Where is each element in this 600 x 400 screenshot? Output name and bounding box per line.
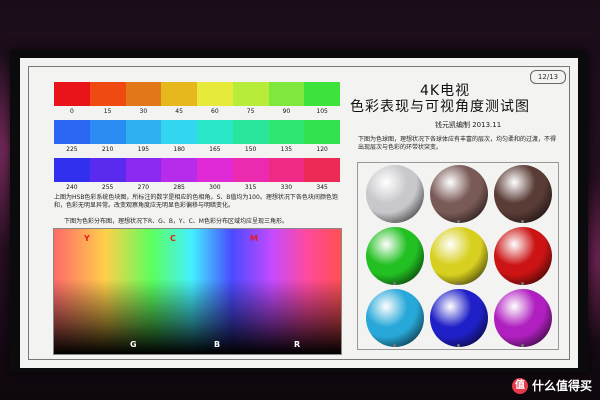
hue-angle-label: 75 xyxy=(246,108,255,115)
hue-labels-3: 240 255 270 285 300 315 330 345 xyxy=(54,184,340,193)
hue-angle-label: 90 xyxy=(282,108,291,115)
spectrum-label-r: R xyxy=(294,340,301,349)
hue-angle-label: 255 xyxy=(101,184,114,191)
hue-angle-label: 315 xyxy=(244,184,257,191)
sphere-marker-dot xyxy=(521,220,524,223)
hue-swatch xyxy=(197,82,233,106)
hue-angle-label: 240 xyxy=(66,184,78,191)
hue-angle-label: 30 xyxy=(139,108,148,115)
hue-angle-label: 300 xyxy=(209,184,221,191)
hue-labels-2: 225 210 195 180 165 150 135 120 xyxy=(54,146,340,155)
color-sphere xyxy=(494,165,552,223)
hue-swatch xyxy=(197,120,233,144)
page-badge: 12/13 xyxy=(530,70,566,84)
sphere-grid xyxy=(357,162,559,350)
hue-swatch xyxy=(89,120,126,144)
watermark-text: 什么值得买 xyxy=(531,379,592,393)
hue-swatch xyxy=(125,82,162,106)
hue-swatch xyxy=(161,158,197,182)
hue-angle-label: 345 xyxy=(316,184,328,191)
sphere-marker-dot xyxy=(521,282,524,285)
hue-angle-label: 120 xyxy=(316,146,328,153)
spectrum-label-b: B xyxy=(214,340,221,349)
color-sphere xyxy=(430,289,488,347)
hue-angle-label: 330 xyxy=(280,184,293,191)
tv-screen: 12/13 4K电视 色彩表现与可视角度测试图 钱元凯编制 2013.11 01… xyxy=(20,58,578,368)
hue-strip-2 xyxy=(54,120,340,144)
hue-angle-label: 135 xyxy=(280,146,293,153)
color-sphere xyxy=(430,227,488,285)
hue-swatch xyxy=(54,82,90,106)
hue-angle-label: 15 xyxy=(103,108,112,115)
hue-angle-label: 195 xyxy=(137,146,150,153)
color-sphere xyxy=(366,227,424,285)
spectrum-description: 下图为色彩分布图，理想状况下R、G、B，Y、C、M色彩分布区域均应呈现三角形。 xyxy=(64,218,288,225)
watermark-icon: 值 xyxy=(511,377,528,394)
hsb-description: 上图为HSB色彩系统色块图，所标注的数字是相应的色相角。S、B值均为100。理想… xyxy=(54,194,338,209)
hue-swatch xyxy=(304,120,340,144)
hue-swatch xyxy=(232,82,269,106)
hue-angle-label: 105 xyxy=(316,108,328,115)
hue-labels-1: 0 15 30 45 60 75 90 105 xyxy=(54,108,340,117)
spectrum-label-y: Y xyxy=(84,234,90,243)
hue-swatch xyxy=(268,120,305,144)
hue-swatch xyxy=(232,120,269,144)
author-date: 钱元凯编制 2013.11 xyxy=(435,121,502,129)
hue-strip-1 xyxy=(54,82,340,106)
hue-strip-3 xyxy=(54,158,340,182)
color-sphere xyxy=(494,227,552,285)
color-sphere xyxy=(366,289,424,347)
sphere-marker-dot xyxy=(457,220,460,223)
spectrum-label-g: G xyxy=(130,340,137,349)
spectrum-label-c: C xyxy=(170,234,176,243)
hue-swatch xyxy=(232,158,269,182)
hue-angle-label: 165 xyxy=(209,146,221,153)
hue-swatch xyxy=(89,158,126,182)
sphere-marker-dot xyxy=(393,282,396,285)
hue-swatch xyxy=(304,82,340,106)
hue-angle-label: 45 xyxy=(175,108,183,115)
color-sphere xyxy=(366,165,424,223)
hue-swatch xyxy=(54,120,90,144)
hue-angle-label: 210 xyxy=(101,146,114,153)
hue-angle-label: 270 xyxy=(137,184,150,191)
hue-swatch xyxy=(161,120,197,144)
hue-angle-label: 60 xyxy=(211,108,219,115)
hue-swatch xyxy=(161,82,197,106)
sphere-marker-dot xyxy=(393,344,396,347)
hue-swatch xyxy=(268,82,305,106)
sphere-marker-dot xyxy=(457,282,460,285)
hue-swatch xyxy=(268,158,305,182)
hue-angle-label: 150 xyxy=(244,146,257,153)
hue-angle-label: 0 xyxy=(69,108,74,115)
hue-swatch xyxy=(125,120,162,144)
color-spectrum xyxy=(53,228,342,355)
sphere-marker-dot xyxy=(521,344,524,347)
hue-angle-label: 285 xyxy=(173,184,185,191)
hue-swatch xyxy=(125,158,162,182)
title-line2: 色彩表现与可视角度测试图 xyxy=(350,99,530,115)
sphere-marker-dot xyxy=(393,220,396,223)
hue-swatch xyxy=(54,158,90,182)
hue-swatch xyxy=(304,158,340,182)
hue-angle-label: 180 xyxy=(173,146,185,153)
sphere-description: 下图为色球图，理想状况下各球体应有丰富的层次，均匀柔和的过渡，不得出现层次与色彩… xyxy=(358,136,557,151)
hue-angle-label: 225 xyxy=(66,146,78,153)
sphere-marker-dot xyxy=(457,344,460,347)
hue-swatch xyxy=(89,82,126,106)
color-sphere xyxy=(494,289,552,347)
color-sphere xyxy=(430,165,488,223)
spectrum-label-m: M xyxy=(250,234,258,243)
hue-swatch xyxy=(197,158,233,182)
watermark: 值 什么值得买 xyxy=(511,377,592,394)
